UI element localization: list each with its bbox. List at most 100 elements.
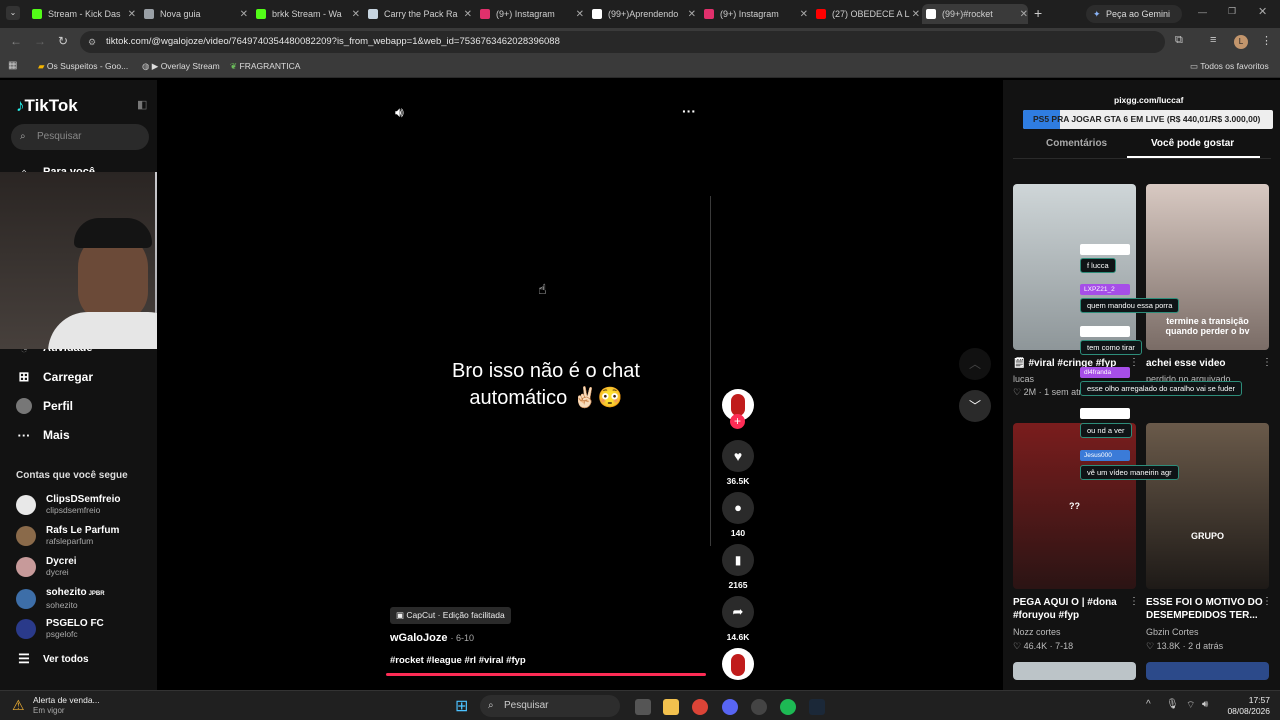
follow-plus-button[interactable]: +	[730, 414, 745, 429]
media-controls-icon[interactable]: ≡	[1210, 34, 1216, 46]
video-card-thumbnail[interactable]: GRUPO	[1146, 423, 1269, 589]
account-handle: sohezito	[46, 600, 78, 610]
share-button[interactable]: ➦	[722, 596, 754, 628]
video-hashtags[interactable]: #rocket #league #rl #viral #fyp	[390, 655, 526, 666]
microphone-icon[interactable]: 🎙︎	[1166, 699, 1179, 710]
video-card-thumbnail[interactable]: termine a transição quando perder o bv	[1146, 184, 1269, 350]
close-tab-icon[interactable]: ✕	[128, 9, 136, 20]
save-button[interactable]: ▮	[722, 544, 754, 576]
chat-message: tem como tirar	[1080, 340, 1142, 355]
browser-tab[interactable]: Carry the Pack Ra ✕	[364, 4, 472, 24]
video-card-author[interactable]: lucas	[1013, 374, 1034, 384]
clock-time[interactable]: 17:57	[1220, 695, 1270, 705]
followed-account[interactable]: Rafs Le Parfum rafsleparfum	[16, 525, 119, 546]
file-explorer-icon[interactable]	[663, 699, 679, 715]
windows-start-icon[interactable]: ⊞	[455, 696, 468, 716]
all-favorites[interactable]: ▭ Todos os favoritos	[1190, 61, 1269, 72]
card-menu-icon[interactable]: ⋮	[1262, 596, 1272, 607]
close-tab-icon[interactable]: ✕	[464, 9, 472, 20]
taskbar-search[interactable]: ⌕ Pesquisar	[480, 695, 620, 717]
video-author[interactable]: wGaloJoze · 6-10	[390, 632, 474, 644]
apps-grid-icon[interactable]: ▦	[8, 60, 17, 71]
browser-tab[interactable]: Stream - Kick Das ✕	[28, 4, 136, 24]
video-card-thumbnail[interactable]: ??	[1013, 423, 1136, 589]
next-video-button[interactable]: ﹀	[959, 390, 991, 422]
comment-button[interactable]: ●	[722, 492, 754, 524]
video-card-caption[interactable]: PEGA AQUI O | #dona #foruyou #fyp	[1013, 596, 1136, 622]
profile-avatar[interactable]: L	[1234, 35, 1248, 49]
nav-upload[interactable]: ⊞ Carregar	[16, 369, 93, 385]
nav-more[interactable]: ··· Mais	[16, 427, 70, 443]
network-icon[interactable]: ⌔	[1186, 699, 1195, 712]
card-menu-icon[interactable]: ⋮	[1129, 357, 1139, 368]
close-tab-icon[interactable]: ✕	[240, 9, 248, 20]
close-window-button[interactable]: ✕	[1258, 5, 1267, 18]
video-card-author[interactable]: Nozz cortes	[1013, 627, 1061, 637]
chrome-icon[interactable]	[692, 699, 708, 715]
card-menu-icon[interactable]: ⋮	[1129, 596, 1139, 607]
volume-icon[interactable]: 🔊︎	[395, 104, 404, 121]
minimize-button[interactable]: —	[1198, 7, 1207, 17]
extensions-icon[interactable]: ⧉	[1175, 34, 1183, 47]
close-tab-icon[interactable]: ✕	[688, 9, 696, 20]
tab-for-you[interactable]: Você pode gostar	[1151, 138, 1234, 149]
task-view-icon[interactable]	[635, 699, 651, 715]
tab-comments[interactable]: Comentários	[1046, 138, 1107, 149]
capcut-icon: ▣	[396, 610, 405, 620]
close-tab-icon[interactable]: ✕	[1020, 9, 1028, 20]
close-tab-icon[interactable]: ✕	[912, 9, 920, 20]
collapse-sidebar-icon[interactable]: ◧	[137, 98, 147, 111]
video-card-author[interactable]: Gbzin Cortes	[1146, 627, 1199, 637]
like-button[interactable]: ♥	[722, 440, 754, 472]
search-input[interactable]: ⌕ Pesquisar	[11, 124, 149, 150]
browser-tab[interactable]: (9+) Instagram ✕	[700, 4, 808, 24]
browser-tab[interactable]: (27) OBEDECE A L ✕	[812, 4, 920, 24]
browser-tab[interactable]: Nova guia ✕	[140, 4, 248, 24]
menu-kebab-icon[interactable]: ⋮	[1261, 34, 1272, 47]
tray-chevron-icon[interactable]: ^	[1146, 699, 1151, 710]
music-disc[interactable]	[722, 648, 754, 680]
browser-tab[interactable]: (9+) Instagram ✕	[476, 4, 584, 24]
card-menu-icon[interactable]: ⋮	[1262, 357, 1272, 368]
followed-account[interactable]: ClipsDSemfreio clipsdsemfreio	[16, 494, 120, 515]
reload-icon[interactable]: ↻	[58, 34, 68, 48]
site-info-icon[interactable]: ⚙	[88, 31, 96, 53]
notification-title[interactable]: Alerta de venda...	[33, 695, 100, 705]
tab-search-button[interactable]: ⌄	[6, 6, 20, 20]
bookmark-item[interactable]: ▰ Os Suspeitos - Goo...	[38, 61, 128, 72]
followed-account[interactable]: PSGELO FC psgelofc	[16, 618, 104, 639]
nav-profile[interactable]: Perfil	[16, 398, 73, 414]
previous-video-button[interactable]: ︿	[959, 348, 991, 380]
browser-tab[interactable]: (99+)#rocket ✕	[922, 4, 1028, 24]
followed-account[interactable]: Dycrei dycrei	[16, 556, 77, 577]
tiktok-logo[interactable]: ♪TikTok	[16, 96, 78, 116]
tab-favicon-icon	[926, 9, 936, 19]
browser-tab[interactable]: brkk Stream - Wa ✕	[252, 4, 360, 24]
video-card-thumbnail[interactable]	[1013, 662, 1136, 680]
obs-icon[interactable]	[751, 699, 767, 715]
browser-tab[interactable]: (99+)Aprendendo ✕	[588, 4, 696, 24]
more-options-icon[interactable]: ···	[682, 103, 696, 119]
close-tab-icon[interactable]: ✕	[576, 9, 584, 20]
maximize-button[interactable]: ❐	[1228, 6, 1236, 17]
discord-icon[interactable]	[722, 699, 738, 715]
weather-alert-icon: ⚠	[12, 697, 25, 713]
video-card-caption[interactable]: achei esse video	[1146, 357, 1269, 370]
video-card-thumbnail[interactable]	[1146, 662, 1269, 680]
bookmark-item[interactable]: ◍ ▶ Overlay Stream	[142, 61, 220, 72]
new-tab-button[interactable]: +	[1034, 5, 1042, 21]
close-tab-icon[interactable]: ✕	[800, 9, 808, 20]
forward-arrow-icon[interactable]: →	[34, 34, 46, 48]
video-progress-bar[interactable]	[386, 673, 706, 676]
close-tab-icon[interactable]: ✕	[352, 9, 360, 20]
gemini-button[interactable]: ✦ Peça ao Gemini	[1086, 5, 1182, 23]
see-all-link[interactable]: ☰ Ver todos	[16, 651, 88, 667]
steam-icon[interactable]	[809, 699, 825, 715]
bookmark-item[interactable]: ❦ FRAGRANTICA	[230, 61, 300, 72]
capcut-tag[interactable]: ▣ CapCut · Edição facilitada	[390, 607, 511, 624]
spotify-icon[interactable]	[780, 699, 796, 715]
video-card-caption[interactable]: ESSE FOI O MOTIVO DO DESEMPEDIDOS TER...	[1146, 596, 1269, 622]
back-arrow-icon[interactable]: ←	[10, 34, 22, 48]
followed-account[interactable]: sohezito JPBR sohezito	[16, 587, 105, 610]
address-bar[interactable]: ⚙ tiktok.com/@wgalojoze/video/7649740354…	[80, 31, 1165, 53]
